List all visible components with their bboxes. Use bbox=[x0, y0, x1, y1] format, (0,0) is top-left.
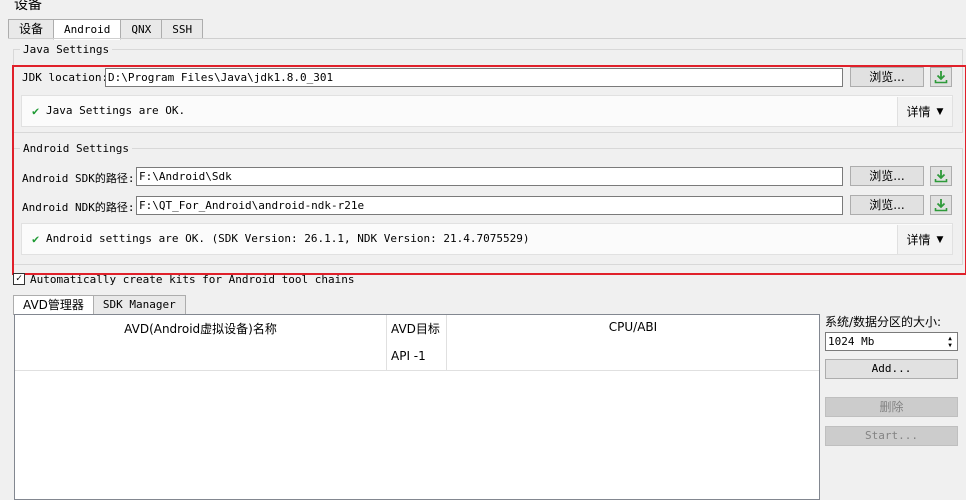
download-icon bbox=[934, 71, 948, 84]
avd-target-label: AVD目标 bbox=[391, 322, 440, 336]
tab-panel-border bbox=[8, 38, 966, 39]
tab-android[interactable]: Android bbox=[53, 19, 122, 40]
sdk-download-button[interactable] bbox=[930, 166, 952, 186]
tab-devices[interactable]: 设备 bbox=[8, 19, 55, 39]
ndk-path-label: Android NDK的路径: bbox=[22, 201, 135, 214]
tab-avd-manager[interactable]: AVD管理器 bbox=[13, 295, 94, 315]
avd-table[interactable]: AVD(Android虚拟设备)名称 AVD目标 API -1 CPU/ABI bbox=[14, 314, 820, 500]
android-ok-check-icon: ✔ bbox=[32, 232, 40, 246]
android-status-text: Android settings are OK. (SDK Version: 2… bbox=[46, 232, 530, 245]
partition-size-spinbox[interactable]: 1024 Mb ▲ ▼ bbox=[825, 332, 958, 351]
download-icon bbox=[934, 199, 948, 212]
ndk-download-button[interactable] bbox=[930, 195, 952, 215]
jdk-location-input[interactable]: D:\Program Files\Java\jdk1.8.0_301 bbox=[105, 68, 843, 87]
sdk-browse-button[interactable]: 浏览... bbox=[850, 166, 924, 186]
delete-avd-button[interactable]: 删除 bbox=[825, 397, 958, 417]
java-details-button[interactable]: 详情 ▼ bbox=[897, 97, 952, 126]
java-details-label: 详情 bbox=[906, 105, 931, 119]
partition-size-label: 系统/数据分区的大小: bbox=[825, 315, 942, 329]
android-details-label: 详情 bbox=[906, 233, 931, 247]
column-header-avd-name[interactable]: AVD(Android虚拟设备)名称 bbox=[15, 315, 387, 370]
java-ok-check-icon: ✔ bbox=[32, 104, 40, 118]
jdk-location-label: JDK location: bbox=[22, 71, 109, 84]
ndk-browse-button[interactable]: 浏览... bbox=[850, 195, 924, 215]
add-avd-button[interactable]: Add... bbox=[825, 359, 958, 379]
column-header-cpu-abi[interactable]: CPU/ABI bbox=[447, 315, 819, 370]
tab-sdk-manager[interactable]: SDK Manager bbox=[92, 295, 186, 314]
tab-qnx[interactable]: QNX bbox=[120, 19, 163, 39]
checkmark-icon: ✓ bbox=[15, 273, 23, 284]
jdk-browse-button[interactable]: 浏览... bbox=[850, 67, 924, 87]
jdk-download-button[interactable] bbox=[930, 67, 952, 87]
sdk-path-label: Android SDK的路径: bbox=[22, 172, 135, 185]
column-header-avd-target[interactable]: AVD目标 API -1 bbox=[387, 315, 447, 370]
java-status-text: Java Settings are OK. bbox=[46, 104, 186, 117]
sdk-path-input[interactable]: F:\Android\Sdk bbox=[136, 167, 843, 186]
tab-ssh[interactable]: SSH bbox=[161, 19, 204, 39]
partition-size-value: 1024 Mb bbox=[828, 335, 875, 348]
table-header-divider bbox=[15, 370, 819, 371]
auto-kits-checkbox[interactable]: ✓ bbox=[13, 273, 25, 285]
auto-kits-label: Automatically create kits for Android to… bbox=[30, 273, 355, 286]
avd-target-api: API -1 bbox=[391, 349, 426, 363]
dropdown-arrow-icon: ▼ bbox=[936, 106, 944, 117]
avd-tabbar: AVD管理器 SDK Manager bbox=[13, 295, 186, 315]
ndk-path-input[interactable]: F:\QT_For_Android\android-ndk-r21e bbox=[136, 196, 843, 215]
spin-arrows[interactable]: ▲ ▼ bbox=[945, 334, 955, 349]
settings-tabbar: 设备 Android QNX SSH bbox=[8, 19, 204, 40]
java-settings-title: Java Settings bbox=[20, 43, 113, 56]
page-title: 设备 bbox=[14, 0, 42, 13]
android-details-button[interactable]: 详情 ▼ bbox=[897, 225, 952, 254]
spin-up-icon[interactable]: ▲ bbox=[948, 335, 952, 342]
download-icon bbox=[934, 170, 948, 183]
dropdown-arrow-icon: ▼ bbox=[936, 234, 944, 245]
start-avd-button[interactable]: Start... bbox=[825, 426, 958, 446]
spin-down-icon[interactable]: ▼ bbox=[948, 342, 952, 349]
android-settings-title: Android Settings bbox=[20, 142, 132, 155]
